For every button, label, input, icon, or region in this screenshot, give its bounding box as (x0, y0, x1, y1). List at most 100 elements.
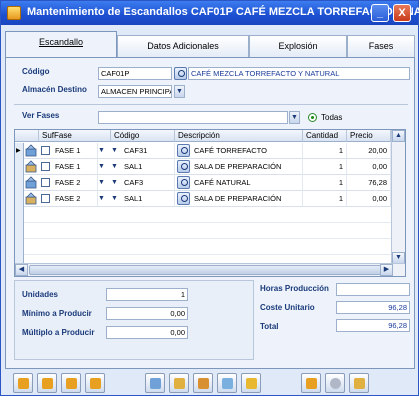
descripcion-input[interactable]: CAFÉ MEZCLA TORREFACTO Y NATURAL (188, 67, 410, 80)
multiplo-input[interactable]: 0,00 (106, 326, 188, 339)
search-icon[interactable] (217, 373, 237, 393)
empty-row[interactable] (15, 223, 391, 239)
tab-escandallo-label: Escandallo (38, 37, 84, 47)
cell-cantidad[interactable]: 1 (303, 191, 347, 207)
prev-icon[interactable] (37, 373, 57, 393)
tab-escandallo[interactable]: Escandallo (5, 31, 117, 58)
table-row[interactable]: FASE 2 ▼ ▼ SAL1 SALA DE PREPARACIÓN 1 0,00 (15, 191, 391, 207)
cell-cantidad[interactable]: 1 (303, 143, 347, 159)
grid-corner (15, 130, 39, 142)
scroll-right-icon[interactable]: ▶ (380, 264, 393, 276)
row-lookup-icon[interactable] (177, 176, 190, 189)
cell-codigo[interactable]: CAF31 (124, 143, 175, 159)
cell-fase[interactable]: FASE 2 (53, 175, 98, 191)
cell-precio[interactable]: 0,00 (347, 159, 391, 175)
fase-chevron-down-icon[interactable]: ▼ (98, 159, 111, 175)
row-checkbox[interactable] (41, 162, 50, 171)
row-checkbox[interactable] (41, 194, 50, 203)
row-indicator[interactable] (15, 223, 24, 239)
grid-vertical-scrollbar[interactable]: ▲ ▼ (391, 130, 405, 264)
codigo-input[interactable]: CAF01P (98, 67, 172, 80)
scroll-left-icon[interactable]: ◀ (15, 264, 28, 276)
cell-codigo[interactable]: CAF3 (124, 175, 175, 191)
cell-fase[interactable]: FASE 1 (53, 143, 98, 159)
fase-chevron-down-icon[interactable]: ▼ (98, 191, 111, 207)
codigo-chevron-down-icon[interactable]: ▼ (111, 143, 124, 159)
row-checkbox[interactable] (41, 146, 50, 155)
row-checkbox[interactable] (41, 178, 50, 187)
cell-codigo[interactable]: SAL1 (124, 191, 175, 207)
fase-chevron-down-icon[interactable]: ▼ (98, 175, 111, 191)
table-row[interactable]: FASE 2 ▼ ▼ CAF3 CAFÉ NATURAL 1 76,28 (15, 175, 391, 191)
row-lookup-icon[interactable] (177, 192, 190, 205)
row-indicator[interactable] (15, 239, 24, 255)
table-row[interactable]: ▶ FASE 1 ▼ ▼ CAF31 CAFÉ TORREFACTO 1 20,00 (15, 143, 391, 159)
undo-icon[interactable] (193, 373, 213, 393)
unidades-input[interactable]: 1 (106, 288, 188, 301)
last-icon[interactable] (85, 373, 105, 393)
row-indicator[interactable] (15, 207, 24, 223)
cell-cantidad[interactable]: 1 (303, 175, 347, 191)
codigo-lookup-icon[interactable] (174, 67, 187, 80)
status-icon[interactable] (325, 373, 345, 393)
first-icon[interactable] (13, 373, 33, 393)
col-header-descripcion[interactable]: Descripción (175, 130, 303, 142)
delete-icon[interactable] (169, 373, 189, 393)
row-indicator[interactable]: ▶ (15, 143, 24, 159)
minimize-button[interactable]: _ (371, 4, 389, 22)
row-lookup-icon[interactable] (177, 160, 190, 173)
components-grid: SufFase Código Descripción Cantidad Prec… (14, 129, 406, 277)
scroll-up-icon[interactable]: ▲ (392, 130, 405, 142)
print-icon[interactable] (301, 373, 321, 393)
fase-chevron-down-icon[interactable]: ▼ (98, 143, 111, 159)
cell-fase[interactable]: FASE 2 (53, 191, 98, 207)
total-value: 96,28 (336, 319, 410, 332)
new-icon[interactable] (145, 373, 165, 393)
almacen-label: Almacén Destino (22, 85, 87, 94)
cell-fase[interactable]: FASE 1 (53, 159, 98, 175)
horas-input[interactable] (336, 283, 410, 296)
unidades-label: Unidades (22, 290, 59, 299)
tab-fases[interactable]: Fases (347, 35, 415, 57)
bottom-toolbar (13, 373, 415, 395)
col-header-cantidad[interactable]: Cantidad (303, 130, 347, 142)
codigo-chevron-down-icon[interactable]: ▼ (111, 175, 124, 191)
almacen-chevron-down-icon[interactable]: ▼ (174, 85, 185, 98)
next-icon[interactable] (61, 373, 81, 393)
ver-fases-select[interactable] (98, 111, 288, 124)
row-indicator[interactable] (15, 191, 24, 207)
close-button[interactable]: X (393, 4, 411, 22)
cell-descripcion[interactable]: CAFÉ TORREFACTO (192, 143, 303, 159)
grid-horizontal-scrollbar[interactable]: ◀ ▶ (15, 263, 405, 276)
table-row[interactable]: FASE 1 ▼ ▼ SAL1 SALA DE PREPARACIÓN 1 0,00 (15, 159, 391, 175)
row-lookup-icon[interactable] (177, 144, 190, 157)
almacen-select[interactable]: ALMACEN PRINCIPA (98, 85, 172, 98)
scroll-thumb[interactable] (29, 265, 389, 275)
exit-icon[interactable] (241, 373, 261, 393)
ver-fases-chevron-down-icon[interactable]: ▼ (289, 111, 300, 124)
multiplo-label: Múltiplo a Producir (22, 328, 95, 337)
cell-codigo[interactable]: SAL1 (124, 159, 175, 175)
col-header-fase[interactable]: SufFase (39, 130, 111, 142)
row-indicator[interactable] (15, 159, 24, 175)
empty-row[interactable] (15, 207, 391, 223)
cell-descripcion[interactable]: CAFÉ NATURAL (192, 175, 303, 191)
row-indicator[interactable] (15, 175, 24, 191)
help-icon[interactable] (349, 373, 369, 393)
col-header-precio[interactable]: Precio (347, 130, 391, 142)
col-header-codigo[interactable]: Código (111, 130, 175, 142)
cell-precio[interactable]: 0,00 (347, 191, 391, 207)
codigo-chevron-down-icon[interactable]: ▼ (111, 159, 124, 175)
cell-precio[interactable]: 20,00 (347, 143, 391, 159)
tab-explosion[interactable]: Explosión (249, 35, 347, 57)
cell-descripcion[interactable]: SALA DE PREPARACIÓN (192, 159, 303, 175)
cell-descripcion[interactable]: SALA DE PREPARACIÓN (192, 191, 303, 207)
tab-datos-adicionales[interactable]: Datos Adicionales (117, 35, 249, 57)
tab-explosion-label: Explosión (278, 41, 318, 51)
cell-precio[interactable]: 76,28 (347, 175, 391, 191)
empty-row[interactable] (15, 239, 391, 255)
todas-radio[interactable] (308, 113, 317, 122)
minimo-input[interactable]: 0,00 (106, 307, 188, 320)
codigo-chevron-down-icon[interactable]: ▼ (111, 191, 124, 207)
cell-cantidad[interactable]: 1 (303, 159, 347, 175)
